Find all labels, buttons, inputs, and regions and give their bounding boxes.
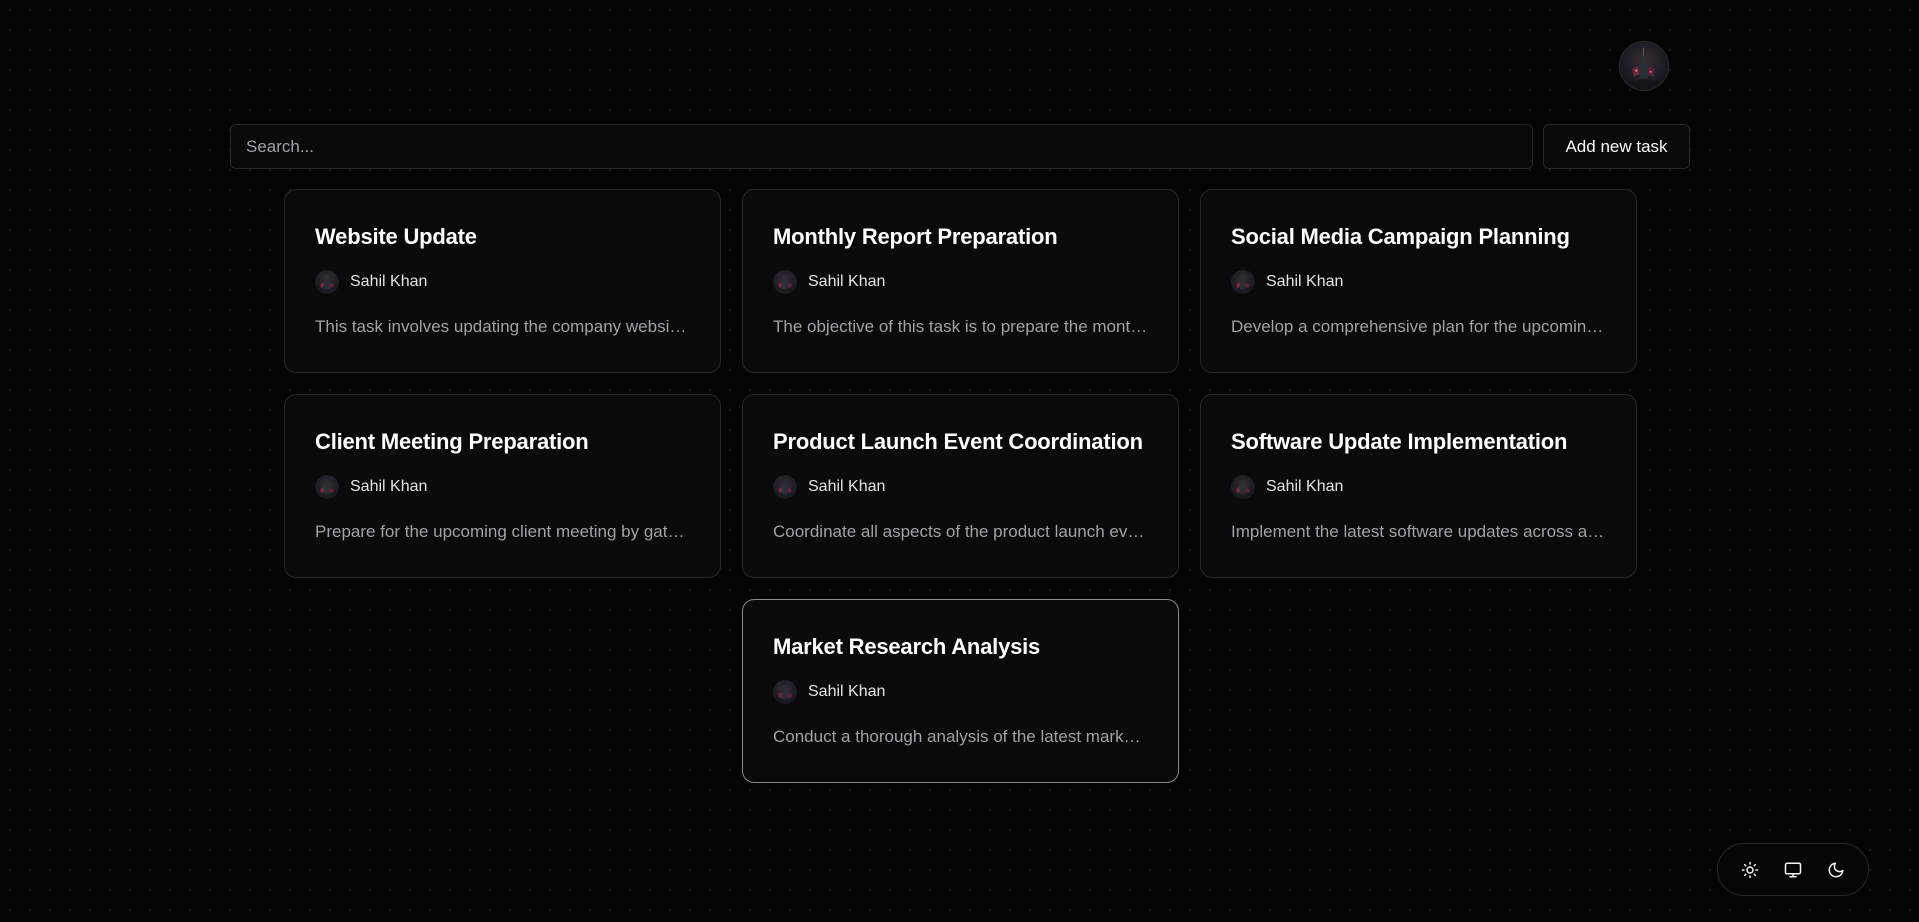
task-card[interactable]: Monthly Report Preparation Sahil Khan Th… <box>742 189 1179 373</box>
author-name: Sahil Khan <box>808 478 886 495</box>
author-avatar <box>315 270 339 294</box>
task-author: Sahil Khan <box>773 680 1148 704</box>
task-title: Monthly Report Preparation <box>773 224 1058 249</box>
author-avatar <box>315 475 339 499</box>
author-name: Sahil Khan <box>808 683 886 700</box>
task-author: Sahil Khan <box>1231 270 1606 294</box>
task-author: Sahil Khan <box>315 270 690 294</box>
author-avatar <box>773 475 797 499</box>
task-description: Coordinate all aspects of the product la… <box>773 522 1148 541</box>
author-name: Sahil Khan <box>350 478 428 495</box>
user-avatar[interactable] <box>1619 41 1669 91</box>
task-author: Sahil Khan <box>1231 475 1606 499</box>
author-avatar <box>1231 475 1255 499</box>
task-card[interactable]: Social Media Campaign Planning Sahil Kha… <box>1200 189 1637 373</box>
author-name: Sahil Khan <box>808 273 886 290</box>
task-author: Sahil Khan <box>773 270 1148 294</box>
system-theme-button[interactable] <box>1778 855 1808 885</box>
task-card[interactable]: Website Update Sahil Khan This task invo… <box>284 189 721 373</box>
task-title: Market Research Analysis <box>773 634 1041 659</box>
task-description: The objective of this task is to prepare… <box>773 317 1148 336</box>
task-description: This task involves updating the company … <box>315 317 690 336</box>
moon-icon <box>1828 862 1844 877</box>
task-card[interactable]: Client Meeting Preparation Sahil Khan Pr… <box>284 394 721 578</box>
task-title: Software Update Implementation <box>1231 429 1568 454</box>
add-new-task-button[interactable]: Add new task <box>1543 124 1690 169</box>
author-avatar <box>773 680 797 704</box>
task-title: Website Update <box>315 224 477 249</box>
author-avatar <box>773 270 797 294</box>
task-title: Client Meeting Preparation <box>315 429 589 454</box>
author-name: Sahil Khan <box>1266 478 1344 495</box>
task-card[interactable]: Market Research Analysis Sahil Khan Cond… <box>742 599 1179 783</box>
task-description: Conduct a thorough analysis of the lates… <box>773 727 1148 746</box>
task-grid: Website Update Sahil Khan This task invo… <box>284 189 1637 783</box>
dark-theme-button[interactable] <box>1821 855 1851 885</box>
task-description: Implement the latest software updates ac… <box>1231 522 1606 541</box>
avatar-image <box>1627 47 1661 90</box>
author-name: Sahil Khan <box>350 273 428 290</box>
task-author: Sahil Khan <box>315 475 690 499</box>
author-avatar <box>1231 270 1255 294</box>
monitor-icon <box>1784 862 1802 877</box>
toolbar: Add new task <box>230 124 1691 169</box>
light-theme-button[interactable] <box>1735 855 1765 885</box>
task-card[interactable]: Product Launch Event Coordination Sahil … <box>742 394 1179 578</box>
task-title: Social Media Campaign Planning <box>1231 224 1570 249</box>
theme-switcher <box>1717 843 1869 896</box>
author-name: Sahil Khan <box>1266 273 1344 290</box>
task-card[interactable]: Software Update Implementation Sahil Kha… <box>1200 394 1637 578</box>
search-input[interactable] <box>230 124 1533 169</box>
task-author: Sahil Khan <box>773 475 1148 499</box>
sun-icon <box>1741 861 1758 878</box>
task-description: Develop a comprehensive plan for the upc… <box>1231 317 1606 336</box>
task-title: Product Launch Event Coordination <box>773 429 1143 454</box>
task-description: Prepare for the upcoming client meeting … <box>315 522 690 541</box>
